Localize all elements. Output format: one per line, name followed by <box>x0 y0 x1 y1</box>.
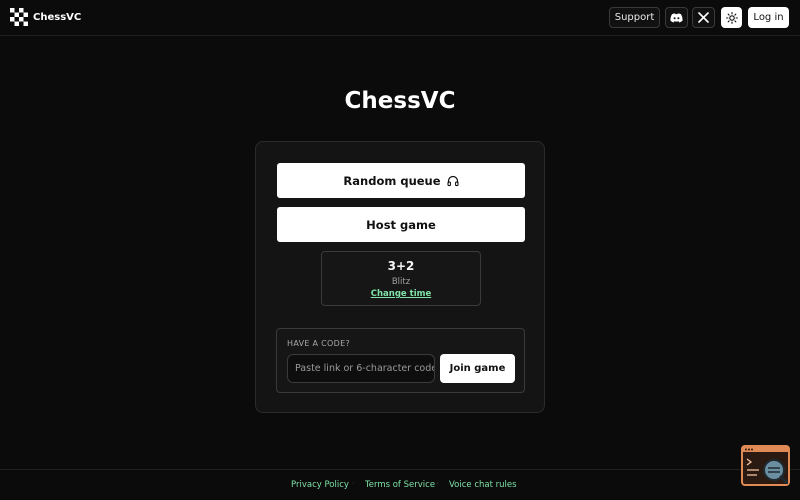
change-time-link[interactable]: Change time <box>322 289 480 299</box>
x-button[interactable] <box>692 7 715 28</box>
random-queue-label: Random queue <box>343 173 441 188</box>
random-queue-button[interactable]: Random queue <box>277 163 525 198</box>
voice-chat-rules-link[interactable]: Voice chat rules <box>449 480 517 490</box>
top-nav: ChessVC Support Log in <box>0 0 800 36</box>
code-section-label: HAVE A CODE? <box>287 339 351 348</box>
join-game-button[interactable]: Join game <box>440 354 515 383</box>
footer-separator: · <box>352 479 355 488</box>
terminal-search-icon <box>743 447 789 485</box>
x-icon <box>698 12 709 23</box>
privacy-policy-link[interactable]: Privacy Policy <box>291 480 349 490</box>
join-code-panel: HAVE A CODE? Join game <box>276 328 525 393</box>
headphones-icon <box>447 175 459 186</box>
brand-link[interactable]: ChessVC <box>10 8 81 26</box>
terms-of-service-link[interactable]: Terms of Service <box>365 480 435 490</box>
brand-name: ChessVC <box>33 11 82 23</box>
game-card: Random queue Host game 3+2 Blitz Change … <box>255 141 545 413</box>
code-input[interactable] <box>287 354 435 383</box>
theme-toggle-button[interactable] <box>721 7 742 28</box>
chessboard-logo-icon <box>10 8 28 26</box>
login-button[interactable]: Log in <box>748 7 789 28</box>
discord-icon <box>670 12 683 22</box>
time-control-mode: Blitz <box>391 277 411 287</box>
host-game-button[interactable]: Host game <box>277 207 525 242</box>
discord-button[interactable] <box>665 7 688 28</box>
footer: Privacy Policy · Terms of Service · Voic… <box>0 469 800 500</box>
page-title: ChessVC <box>344 88 456 114</box>
sun-icon <box>725 11 738 24</box>
time-control-panel: 3+2 Blitz Change time <box>321 251 481 306</box>
time-control-value: 3+2 <box>387 259 415 273</box>
support-button[interactable]: Support <box>609 7 660 28</box>
floating-helper-widget[interactable] <box>741 445 790 486</box>
footer-separator: · <box>436 479 439 488</box>
